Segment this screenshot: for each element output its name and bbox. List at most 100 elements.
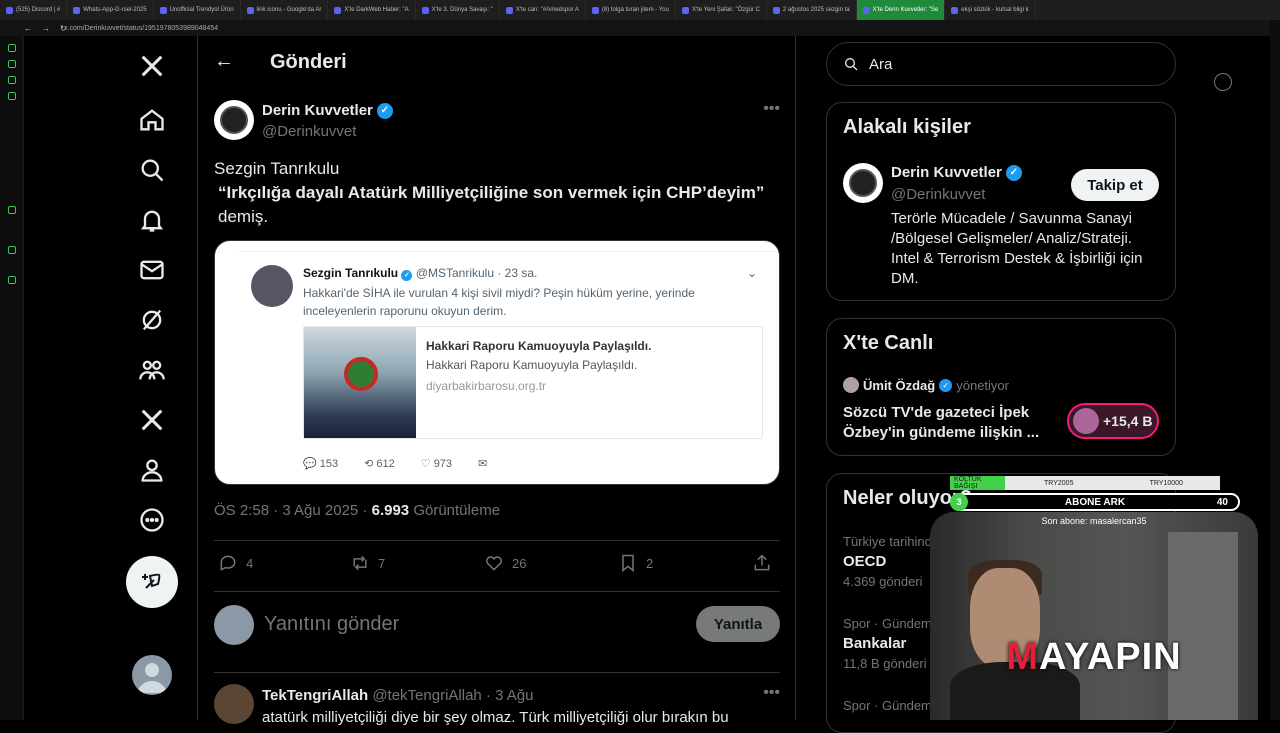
browser-tab[interactable]: Whats-App-G-rsel-2025 <box>67 0 154 20</box>
back-arrow-icon[interactable]: ← <box>214 50 234 73</box>
sidebar-app-icon[interactable] <box>8 44 16 52</box>
post-author-avatar[interactable] <box>214 100 254 140</box>
browser-tab[interactable]: X'te can: "#Amedspor A <box>500 0 586 20</box>
notifications-bell-icon[interactable] <box>128 196 176 244</box>
sidebar-app-icon[interactable] <box>8 92 16 100</box>
verified-badge-icon: ✓ <box>939 378 953 392</box>
related-name-text[interactable]: Derin Kuvvetler <box>891 164 1002 181</box>
more-options-icon[interactable]: ••• <box>763 100 780 118</box>
divider <box>214 591 780 592</box>
more-options-icon[interactable]: ••• <box>763 684 780 702</box>
link-description: Hakkari Raporu Kamuoyuyla Paylaşıldı. <box>426 358 638 372</box>
repost-button[interactable]: 7 <box>350 553 385 573</box>
post-author-name-text[interactable]: Derin Kuvvetler <box>262 102 373 119</box>
bookmark-button[interactable]: 2 <box>618 553 653 573</box>
x-logo-icon[interactable] <box>128 42 176 90</box>
forward-arrow-icon[interactable]: → <box>42 24 50 33</box>
host-name: Ümit Özdağ <box>863 377 936 393</box>
browser-tab[interactable]: 2 ağustos 2025 sezgin ta <box>767 0 857 20</box>
logo-text: AYAPIN <box>1039 636 1182 678</box>
related-handle[interactable]: @Derinkuvvet <box>891 186 985 203</box>
reply-avatar <box>214 605 254 645</box>
sidebar-app-icon[interactable] <box>8 206 16 214</box>
tab-favicon-icon <box>505 6 513 14</box>
live-host[interactable]: Ümit Özdağ ✓ yönetiyor <box>843 377 1009 393</box>
more-circle-icon[interactable] <box>128 496 176 544</box>
tab-label: (8) tolga turan jitem - You <box>601 7 669 13</box>
related-name[interactable]: Derin Kuvvetler ✓ <box>891 164 1022 181</box>
share-button[interactable] <box>752 553 772 573</box>
browser-tab[interactable]: (525) Discord | # <box>0 0 68 20</box>
scrollbar[interactable] <box>1270 20 1280 720</box>
browser-tab[interactable]: (8) tolga turan jitem - You <box>586 0 676 20</box>
sidebar-app-icon[interactable] <box>8 76 16 84</box>
tab-favicon-icon <box>246 6 254 14</box>
like-button[interactable]: 26 <box>484 553 526 573</box>
search-input[interactable]: Ara <box>826 42 1176 86</box>
search-icon[interactable] <box>128 146 176 194</box>
post-author-name[interactable]: Derin Kuvvetler ✓ <box>262 102 393 119</box>
grok-icon[interactable] <box>128 296 176 344</box>
donation-current: TRY2005 <box>1044 479 1074 487</box>
tab-label: X'te DarkWeb Haber: "A <box>344 7 409 13</box>
url-text[interactable]: x.com/Derinkuvvet/status/195197805398904… <box>64 25 218 32</box>
donation-goal: TRY10000 <box>1149 479 1183 487</box>
embed-text: Hakkari'de SİHA ile vurulan 4 kişi sivil… <box>303 286 695 318</box>
reply-author[interactable]: TekTengriAllah @tekTengriAllah · 3 Ağu <box>262 687 533 704</box>
browser-tab[interactable]: Unofficial Trendyol Ürün <box>154 0 241 20</box>
live-listeners-badge[interactable]: +15,4 B <box>1067 403 1159 439</box>
back-arrow-icon[interactable]: ← <box>24 24 32 33</box>
reply-input[interactable]: Yanıtını gönder <box>264 613 399 636</box>
profile-icon[interactable] <box>128 446 176 494</box>
reply-author-avatar[interactable] <box>214 684 254 724</box>
embed-replies: 💬 153 <box>303 458 339 470</box>
embed-mail-icon: ✉ <box>478 458 488 470</box>
sidebar-app-icon[interactable] <box>8 276 16 284</box>
reply-author-name[interactable]: TekTengriAllah <box>262 687 368 704</box>
live-topic[interactable]: Sözcü TV'de gazeteci İpek Özbey'in günde… <box>843 403 1053 443</box>
post-text-line: Sezgin Tanrıkulu <box>214 159 340 178</box>
sidebar-app-icon[interactable] <box>8 60 16 68</box>
home-icon[interactable] <box>128 96 176 144</box>
account-avatar[interactable] <box>132 655 172 695</box>
divider <box>214 672 780 673</box>
sidebar-app-icon[interactable] <box>8 246 16 254</box>
last-subscriber: Son abone: masalercan35 <box>1041 516 1147 526</box>
reply-submit-button[interactable]: Yanıtla <box>696 606 780 642</box>
compose-post-button[interactable] <box>126 556 178 608</box>
panel-title: Alakalı kişiler <box>843 116 971 138</box>
related-avatar[interactable] <box>843 163 883 203</box>
x-premium-icon[interactable] <box>128 396 176 444</box>
communities-icon[interactable] <box>128 346 176 394</box>
search-placeholder: Ara <box>869 55 893 73</box>
browser-tab[interactable]: X'te Yeni Şafak: "Özgür C <box>676 0 767 20</box>
post-timestamp[interactable]: ÖS 2:58 · 3 Ağu 2025 · <box>214 502 367 519</box>
verified-badge-icon: ✓ <box>401 270 413 281</box>
tab-favicon-icon <box>951 6 959 14</box>
messages-mail-icon[interactable] <box>128 246 176 294</box>
embedded-screenshot[interactable]: Sezgin Tanrıkulu ✓ @MSTanrikulu · 23 sa.… <box>214 240 780 485</box>
embed-avatar <box>251 265 293 307</box>
embed-likes: ♡ 973 <box>420 458 453 470</box>
browser-tab[interactable]: X'te 3. Dünya Savaşı: " <box>416 0 500 20</box>
reply-button[interactable]: 4 <box>218 553 253 573</box>
browser-tab[interactable]: X'te Derin Kuvvetler: "Se <box>856 0 946 20</box>
post-author-handle[interactable]: @Derinkuvvet <box>262 123 356 140</box>
reply-author-handle[interactable]: @tekTengriAllah · 3 Ağu <box>372 687 533 704</box>
tab-label: link iconu - Google'da Ar <box>256 7 322 13</box>
browser-tabbar: (525) Discord | # Whats-App-G-rsel-2025 Un… <box>0 0 1280 20</box>
address-bar[interactable]: ← → ↻ x.com/Derinkuvvet/status/195197805… <box>0 20 1280 36</box>
side-navigation <box>24 36 197 720</box>
reply-composer: Yanıtını gönder Yanıtla <box>214 601 780 647</box>
trend-item[interactable]: Türkiye tarihinde OECD 4.369 gönderi <box>843 534 939 589</box>
browser-tab[interactable]: ekşi sözlük - kutsal bilgi k <box>945 0 1036 20</box>
reply-count: 4 <box>246 555 254 571</box>
post-text-quote: “Irkçılığa dayalı Atatürk Milliyetçiliği… <box>218 183 765 202</box>
follow-button[interactable]: Takip et <box>1071 169 1159 201</box>
post-views-label: Görüntüleme <box>413 502 501 519</box>
tab-favicon-icon <box>73 6 81 14</box>
tab-label: X'te Yeni Şafak: "Özgür C <box>691 7 760 13</box>
browser-tab[interactable]: X'te DarkWeb Haber: "A <box>328 0 416 20</box>
browser-tab[interactable]: link iconu - Google'da Ar <box>241 0 329 20</box>
link-title: Hakkari Raporu Kamuoyuyla Paylaşıldı. <box>426 339 652 353</box>
